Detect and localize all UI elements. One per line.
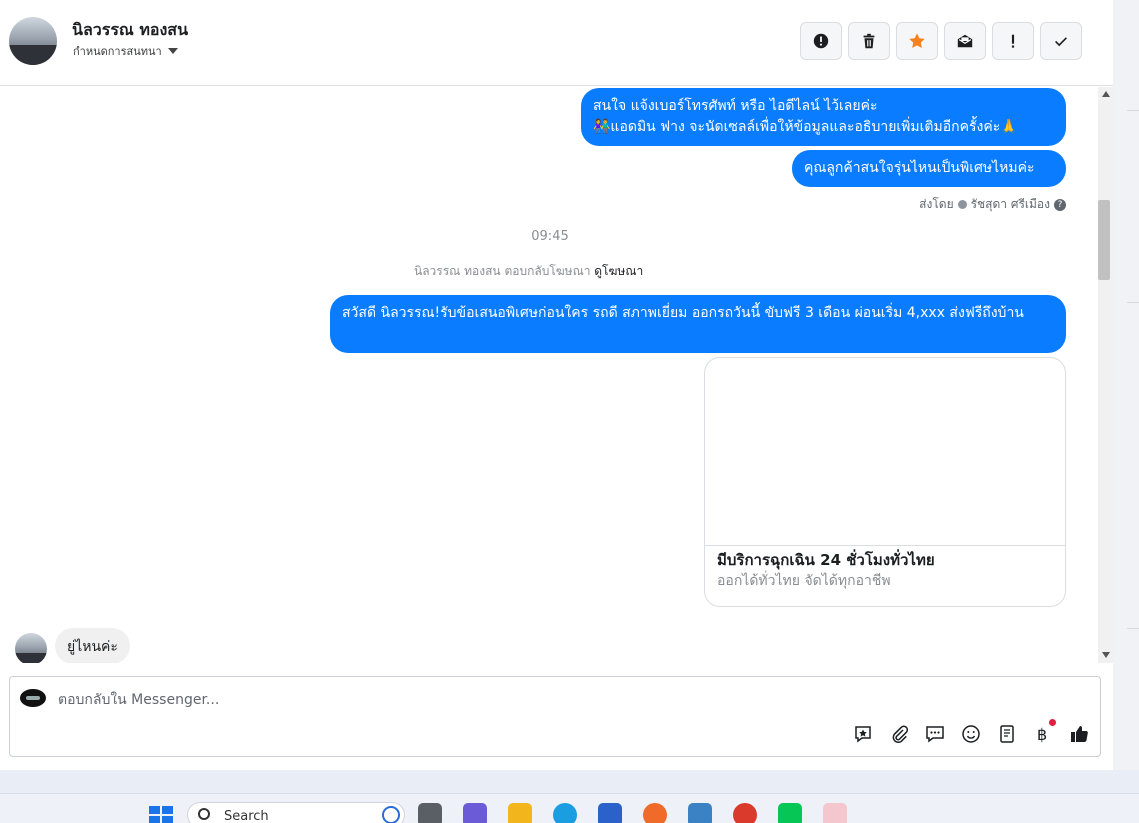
notepad-icon[interactable] [688, 803, 712, 823]
divider [1127, 302, 1139, 303]
scroll-thumb[interactable] [1098, 200, 1110, 280]
contact-name[interactable]: นิลวรรณ ทองสน [72, 18, 188, 43]
outgoing-message[interactable]: คุณลูกค้าสนใจรุ่นไหนเป็นพิเศษไหมค่ะ [792, 150, 1066, 187]
contact-avatar[interactable] [9, 17, 57, 65]
payment-baht-icon: ฿ [1037, 725, 1047, 744]
priority-icon [1011, 34, 1015, 48]
store-icon[interactable] [598, 803, 622, 823]
priority-button[interactable] [992, 22, 1034, 60]
ad-subtitle: ออกได้ทั่วไทย จัดได้ทุกอาชีพ [717, 573, 891, 589]
thread-scrollbar[interactable] [1098, 87, 1113, 663]
attach-button[interactable] [888, 723, 910, 745]
delete-button[interactable] [848, 22, 890, 60]
mark-unread-button[interactable] [944, 22, 986, 60]
assign-label: กำหนดการสนทนา [73, 45, 162, 58]
task-view-icon[interactable] [418, 803, 442, 823]
bing-icon[interactable] [382, 806, 400, 823]
taskbar-apps [418, 803, 847, 823]
catalog-button[interactable] [996, 723, 1018, 745]
side-panel-edge [1113, 0, 1139, 770]
notification-dot [1049, 719, 1056, 726]
file-explorer-icon[interactable] [508, 803, 532, 823]
edge-icon[interactable] [553, 803, 577, 823]
trash-icon [863, 33, 875, 49]
ad-reply-note: นิลวรรณ ทองสน ตอบกลับโฆษณา ดูโฆษณา [414, 262, 643, 281]
emoji-button[interactable] [960, 723, 982, 745]
verified-dot-icon [957, 200, 967, 209]
mark-done-button[interactable] [1040, 22, 1082, 60]
emoji-icon [962, 725, 980, 743]
line-icon[interactable] [778, 803, 802, 823]
outgoing-message[interactable]: สนใจ แจ้งเบอร์โทรศัพท์ หรือ ไอดีไลน์ ไว้… [581, 88, 1066, 146]
inbox-app: นิลวรรณ ทองสน กำหนดการสนทนา สนใจ แจ้งเบอ… [0, 0, 1113, 770]
scroll-down-arrow-icon[interactable] [1102, 652, 1110, 658]
divider [1127, 628, 1139, 629]
message-text: 👫แอดมิน ฟาง จะนัดเซลล์เพื่อให้ข้อมูลและอ… [593, 119, 1018, 135]
taskbar-search[interactable]: Search [187, 802, 405, 823]
star-icon [909, 33, 925, 49]
ad-reply-text: นิลวรรณ ทองสน ตอบกลับโฆษณา [414, 264, 591, 278]
incoming-message[interactable]: ยู่ไหนค่ะ [55, 628, 130, 663]
ad-preview-card[interactable]: มีบริการฉุกเฉิน 24 ชั่วโมงทั่วไทย ออกได้… [704, 357, 1066, 607]
search-icon [198, 808, 210, 820]
chat-bubble-icon [926, 726, 944, 743]
sender-name: รัชสุดา ศรีเมือง [970, 197, 1050, 211]
composer-toolbar: ฿ [852, 719, 1090, 745]
message-timestamp: 09:45 [531, 229, 569, 244]
sent-by-label: ส่งโดย [919, 197, 954, 211]
saved-reply-button[interactable] [852, 723, 874, 745]
saved-reply-icon [855, 726, 871, 743]
divider [1127, 110, 1139, 111]
help-icon[interactable]: ? [1054, 198, 1066, 211]
payment-button[interactable]: ฿ [1032, 719, 1056, 745]
teams-icon[interactable] [463, 803, 487, 823]
firefox-icon[interactable] [643, 803, 667, 823]
assign-conversation-dropdown[interactable]: กำหนดการสนทนา [73, 42, 178, 60]
outgoing-message[interactable]: สวัสดี นิลวรรณ!รับข้อเสนอพิเศษก่อนใคร รถ… [330, 295, 1066, 353]
star-button[interactable] [896, 22, 938, 60]
view-ad-link[interactable]: ดูโฆษณา [594, 264, 643, 278]
conversation-toolbar [800, 22, 1082, 60]
mark-spam-button[interactable] [800, 22, 842, 60]
done-check-icon [1055, 37, 1067, 47]
message-thread: สนใจ แจ้งเบอร์โทรศัพท์ หรือ ไอดีไลน์ ไว้… [0, 87, 1098, 663]
mark-unread-icon [957, 34, 973, 48]
send-like-button[interactable] [1068, 723, 1090, 745]
attachment-icon [892, 725, 909, 744]
reply-input[interactable]: ตอบกลับใน Messenger... [58, 689, 219, 711]
message-text: สนใจ แจ้งเบอร์โทรศัพท์ หรือ ไอดีไลน์ ไว้… [593, 98, 878, 114]
svg-text:฿: ฿ [1037, 725, 1047, 744]
os-taskbar: Search [0, 793, 1139, 823]
page-logo-icon [20, 689, 46, 707]
windows-start-icon[interactable] [149, 806, 173, 823]
spam-icon [813, 33, 829, 49]
conversation-header: นิลวรรณ ทองสน กำหนดการสนทนา [0, 0, 1113, 86]
like-thumb-icon [1071, 726, 1088, 742]
scroll-up-arrow-icon[interactable] [1102, 91, 1110, 97]
chrome-icon[interactable] [733, 803, 757, 823]
ad-image [705, 358, 1065, 546]
quick-reply-button[interactable] [924, 723, 946, 745]
contact-avatar-small [15, 633, 47, 663]
snipping-tool-icon[interactable] [823, 803, 847, 823]
search-label: Search [224, 809, 269, 823]
caret-down-icon [167, 48, 178, 54]
catalog-icon [1000, 725, 1014, 743]
sent-by-info: ส่งโดย รัชสุดา ศรีเมือง ? [919, 195, 1066, 214]
reply-composer[interactable]: ตอบกลับใน Messenger... ฿ [9, 676, 1101, 757]
ad-title: มีบริการฉุกเฉิน 24 ชั่วโมงทั่วไทย [717, 551, 935, 569]
